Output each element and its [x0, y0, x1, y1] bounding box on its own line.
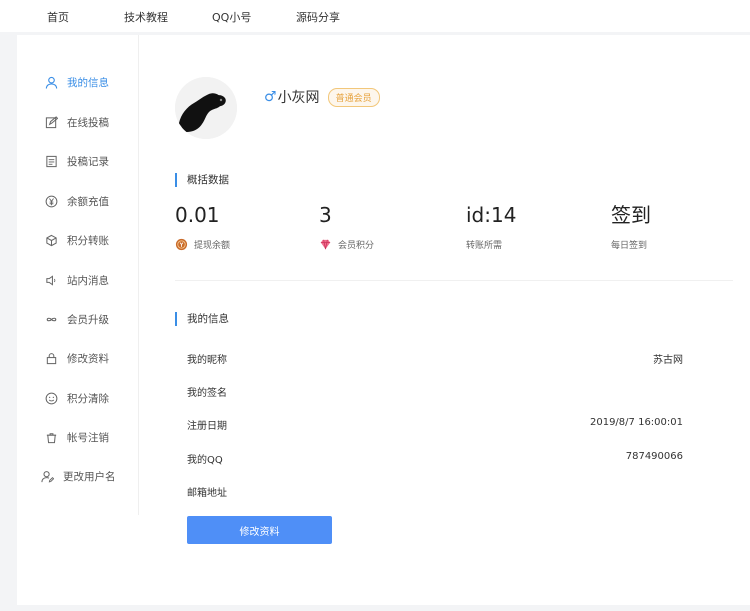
coin-icon	[175, 238, 188, 250]
sidebar-item-label: 帐号注销	[67, 431, 109, 444]
sidebar-item-label: 积分清除	[67, 392, 109, 405]
info-value: 2019/8/7 16:00:01	[589, 417, 683, 428]
stat-label-row: 转账所需	[466, 237, 516, 251]
overview-title: 概括数据	[175, 173, 229, 187]
info-key: 邮箱地址	[187, 488, 227, 499]
male-icon: ♂	[264, 89, 277, 105]
nav-source-share[interactable]: 源码分享	[296, 9, 340, 25]
info-key: 我的QQ	[187, 455, 223, 466]
sidebar-item-submit-records[interactable]: 投稿记录	[45, 152, 109, 170]
nav-home[interactable]: 首页	[47, 9, 69, 25]
avatar-image	[175, 77, 237, 139]
stat-value: 3	[319, 203, 332, 227]
username: ♂ 小灰网 普通会员	[264, 87, 380, 107]
sidebar-item-label: 余额充值	[67, 195, 109, 208]
nav-tutorials[interactable]: 技术教程	[124, 9, 168, 25]
sidebar-item-label: 更改用户名	[63, 470, 116, 483]
stat-transfer-id: id:14 转账所需	[466, 203, 516, 251]
stat-label-row: 会员积分	[319, 237, 374, 251]
stat-label-row: 每日签到	[611, 237, 651, 251]
info-row-qq: 我的QQ 787490066	[187, 451, 683, 466]
info-row-email: 邮箱地址	[187, 484, 683, 499]
yen-icon	[45, 195, 58, 207]
sidebar-item-points-clear[interactable]: 积分清除	[45, 389, 109, 407]
lock-icon	[46, 352, 57, 364]
sidebar-item-account-delete[interactable]: 帐号注销	[45, 428, 109, 446]
sidebar-item-my-info[interactable]: 我的信息	[45, 73, 109, 91]
sidebar-item-label: 我的信息	[67, 76, 109, 89]
info-title: 我的信息	[175, 312, 229, 326]
info-row-register-date: 注册日期 2019/8/7 16:00:01	[187, 417, 683, 432]
info-row-nickname: 我的昵称 苏古网	[187, 351, 683, 366]
sidebar-item-recharge[interactable]: 余额充值	[45, 192, 109, 210]
stat-label-row: 提现余额	[175, 237, 230, 251]
infinity-icon	[46, 317, 57, 321]
user-edit-icon	[41, 470, 54, 483]
sidebar-item-label: 积分转账	[67, 234, 109, 247]
sidebar-item-label: 投稿记录	[67, 155, 109, 168]
stat-label: 提现余额	[194, 240, 231, 251]
speaker-icon	[46, 274, 56, 286]
user-icon	[45, 76, 58, 89]
smile-icon	[45, 392, 58, 404]
stat-label: 会员积分	[338, 240, 375, 251]
avatar[interactable]	[175, 77, 237, 139]
top-nav: 首页 技术教程 QQ小号 源码分享	[0, 0, 750, 32]
sidebar-item-change-username[interactable]: 更改用户名	[41, 467, 116, 485]
trash-icon	[46, 432, 57, 443]
sidebar-item-points-transfer[interactable]: 积分转账	[45, 231, 109, 249]
info-key: 我的签名	[187, 388, 227, 399]
main-card: 我的信息 在线投稿 投稿记录 余额充值 积分转账 站内消息 会员升级 修改资料	[17, 35, 750, 605]
member-badge: 普通会员	[327, 87, 380, 107]
nav-qq-accounts[interactable]: QQ小号	[212, 9, 251, 25]
info-row-signature: 我的签名	[187, 384, 683, 399]
stat-balance: 0.01 提现余额	[175, 203, 230, 251]
sidebar-item-edit-profile[interactable]: 修改资料	[45, 349, 109, 367]
sidebar-item-label: 修改资料	[67, 352, 109, 365]
section-divider	[175, 280, 733, 281]
sidebar-item-messages[interactable]: 站内消息	[45, 271, 109, 289]
stat-value: id:14	[466, 203, 517, 227]
sidebar-item-label: 在线投稿	[67, 116, 109, 129]
cube-icon	[46, 234, 57, 246]
diamond-icon	[320, 239, 331, 249]
record-icon	[46, 155, 57, 167]
info-key: 我的昵称	[187, 355, 227, 366]
stat-label: 每日签到	[611, 240, 648, 251]
stat-points: 3 会员积分	[319, 203, 374, 251]
edit-profile-button[interactable]: 修改资料	[187, 516, 332, 544]
sidebar-item-online-submit[interactable]: 在线投稿	[45, 113, 109, 131]
sidebar-item-label: 会员升级	[67, 313, 109, 326]
stat-checkin[interactable]: 签到 每日签到	[611, 203, 651, 251]
edit-icon	[45, 115, 58, 128]
sidebar-item-label: 站内消息	[67, 274, 109, 287]
user-name: 小灰网	[277, 90, 320, 106]
info-key: 注册日期	[187, 421, 227, 432]
info-value: 787490066	[625, 451, 683, 462]
stat-label: 转账所需	[466, 240, 503, 251]
sidebar-item-upgrade[interactable]: 会员升级	[45, 310, 109, 328]
checkin-button[interactable]: 签到	[611, 203, 651, 227]
sidebar: 我的信息 在线投稿 投稿记录 余额充值 积分转账 站内消息 会员升级 修改资料	[17, 35, 139, 515]
stat-value: 0.01	[175, 203, 220, 227]
info-value: 苏古网	[653, 355, 683, 366]
